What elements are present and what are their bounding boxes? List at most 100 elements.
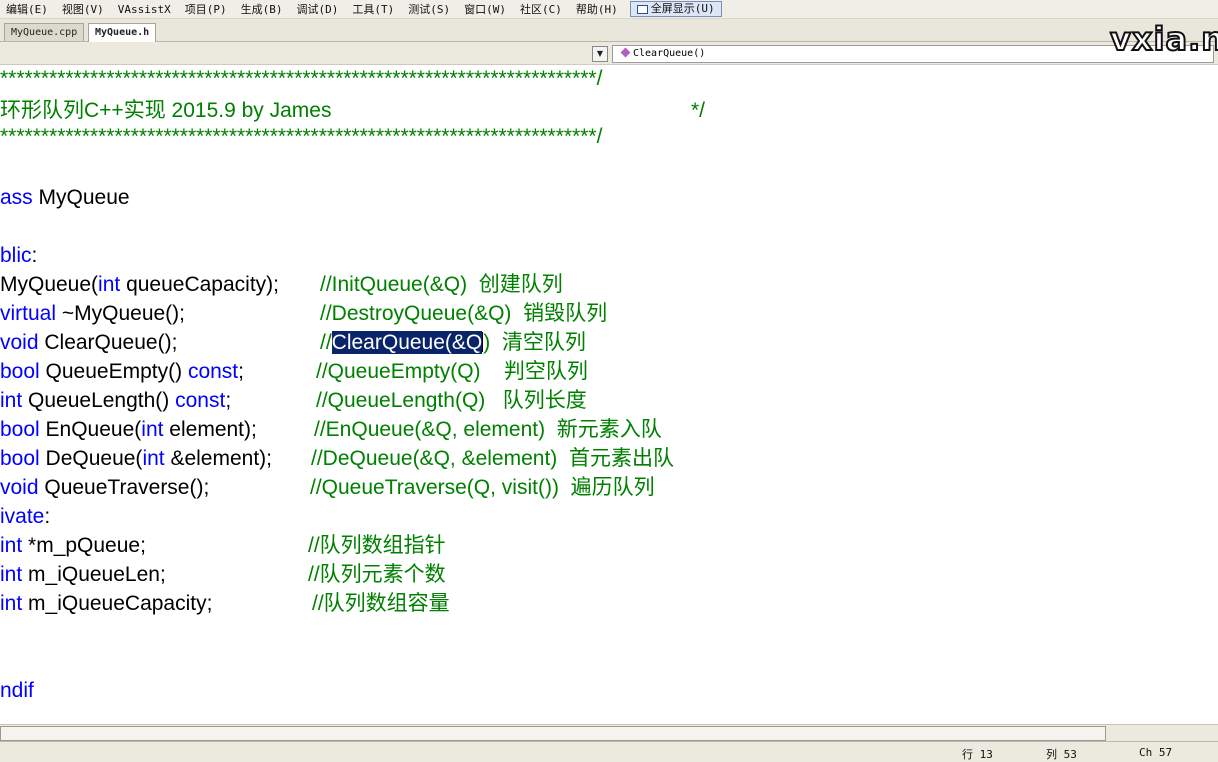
keyword: bool (0, 360, 40, 383)
code-line: 环形队列C++实现 2015.9 by James (0, 99, 331, 123)
keyword: int (0, 563, 23, 586)
scope-dropdown-button[interactable]: ▼ (592, 46, 608, 62)
code-line: void QueueTraverse(); (0, 476, 209, 500)
code-comment: //队列元素个数 (308, 563, 446, 586)
code-text: MyQueue( (0, 273, 99, 296)
code-comment: //DestroyQueue(&Q) 销毁队列 (320, 302, 608, 325)
tab-myqueue-h[interactable]: MyQueue.h (88, 23, 157, 42)
menu-help[interactable]: 帮助(H) (570, 1, 626, 17)
code-editor[interactable]: ****************************************… (0, 65, 1218, 725)
code-text: element); (163, 418, 257, 441)
keyword: ivate (0, 505, 45, 528)
code-comment: //QueueEmpty(Q) 判空队列 (316, 360, 588, 383)
code-line: int m_iQueueLen; (0, 563, 166, 587)
keyword: virtual (0, 302, 57, 325)
keyword: bool (0, 447, 40, 470)
code-text: ClearQueue(); (38, 331, 178, 354)
keyword: blic (0, 244, 32, 267)
menu-view[interactable]: 视图(V) (56, 1, 112, 17)
punct: ; (238, 360, 244, 383)
code-comment: //队列数组指针 (308, 534, 446, 557)
code-line: bool DeQueue(int &element); (0, 447, 272, 471)
keyword: bool (0, 418, 40, 441)
code-comment: //DeQueue(&Q, &element) 首元素出队 (311, 447, 674, 470)
punct: : (44, 505, 51, 528)
code-text: QueueEmpty() (39, 360, 188, 383)
watermark-logo: vxia.ne (1109, 19, 1218, 59)
comment-stars: ****************************************… (0, 67, 603, 90)
code-text: m_iQueueLen; (22, 563, 166, 586)
fullscreen-label: 全屏显示(U) (650, 2, 715, 15)
code-line: bool QueueEmpty() const; (0, 360, 244, 384)
fullscreen-button[interactable]: 全屏显示(U) (629, 1, 722, 17)
keyword: void (0, 331, 39, 354)
member-dropdown-value: ClearQueue() (633, 48, 706, 59)
selected-text[interactable]: ClearQueue(&Q (331, 331, 483, 354)
code-line: int m_iQueueCapacity; (0, 592, 212, 616)
keyword: void (0, 476, 39, 499)
code-comment: //EnQueue(&Q, element) 新元素入队 (314, 418, 662, 441)
menu-window[interactable]: 窗口(W) (458, 1, 514, 17)
status-bar: 行 13 列 53 Ch 57 (0, 741, 1218, 762)
comment-stars: ****************************************… (0, 125, 603, 148)
horizontal-scrollbar[interactable] (0, 724, 1218, 741)
code-line: int *m_pQueue; (0, 534, 146, 558)
status-line: 行 13 (962, 748, 993, 761)
code-line: ass MyQueue (0, 186, 130, 210)
keyword: int (142, 447, 165, 470)
code-text: queueCapacity); (120, 273, 279, 296)
code-text: EnQueue( (39, 418, 142, 441)
keyword: int (98, 273, 121, 296)
code-text: QueueLength() (22, 389, 176, 412)
code-comment: //ClearQueue(&Q) 清空队列 (320, 331, 586, 355)
keyword: int (0, 534, 23, 557)
code-line: ****************************************… (0, 125, 602, 149)
menu-vassistx[interactable]: VAssistX (112, 3, 179, 16)
code-comment: //QueueTraverse(Q, visit()) 遍历队列 (310, 476, 655, 499)
code-comment: //队列数组容量 (312, 592, 450, 615)
menu-build[interactable]: 生成(B) (235, 1, 291, 17)
menu-test[interactable]: 测试(S) (402, 1, 458, 17)
punct: : (31, 244, 38, 267)
fullscreen-icon (636, 4, 648, 14)
comment-prefix: // (320, 331, 332, 354)
navigation-bar: ▼ ClearQueue() (0, 42, 1218, 65)
comment-suffix: ) 清空队列 (483, 331, 586, 354)
code-line: bool EnQueue(int element); (0, 418, 257, 442)
code-text: *m_pQueue; (22, 534, 146, 557)
code-line: int QueueLength() const; (0, 389, 231, 413)
code-line: void ClearQueue(); (0, 331, 177, 355)
status-char: Ch 57 (1139, 746, 1173, 759)
code-text: DeQueue( (39, 447, 143, 470)
code-line: ivate: (0, 505, 50, 529)
code-line: blic: (0, 244, 37, 268)
class-name: MyQueue (32, 186, 130, 209)
menu-debug[interactable]: 调试(D) (290, 1, 346, 17)
keyword: ndif (0, 679, 34, 702)
code-text: &element); (164, 447, 273, 470)
code-line: MyQueue(int queueCapacity); (0, 273, 279, 297)
document-tab-bar: MyQueue.cpp MyQueue.h (0, 19, 1218, 42)
scrollbar-thumb[interactable] (0, 726, 1106, 741)
tab-myqueue-cpp[interactable]: MyQueue.cpp (4, 23, 85, 41)
keyword: const (187, 360, 239, 383)
menu-tools[interactable]: 工具(T) (346, 1, 402, 17)
code-text: m_iQueueCapacity; (22, 592, 213, 615)
status-column: 列 53 (1046, 748, 1077, 761)
method-icon (620, 47, 631, 58)
keyword: int (0, 389, 23, 412)
code-line: virtual ~MyQueue(); (0, 302, 185, 326)
keyword: ass (0, 186, 33, 209)
code-comment: //InitQueue(&Q) 创建队列 (320, 273, 563, 296)
code-text: QueueTraverse(); (38, 476, 210, 499)
code-text: ~MyQueue(); (56, 302, 185, 325)
code-comment: //QueueLength(Q) 队列长度 (316, 389, 587, 412)
keyword: const (175, 389, 226, 412)
code-line: ndif (0, 679, 34, 703)
menu-edit[interactable]: 编辑(E) (0, 1, 56, 17)
menu-project[interactable]: 项目(P) (179, 1, 235, 17)
comment-end: */ (691, 99, 706, 122)
keyword: int (0, 592, 23, 615)
menu-community[interactable]: 社区(C) (514, 1, 570, 17)
comment-title: 环形队列C++实现 2015.9 by James (0, 99, 332, 122)
